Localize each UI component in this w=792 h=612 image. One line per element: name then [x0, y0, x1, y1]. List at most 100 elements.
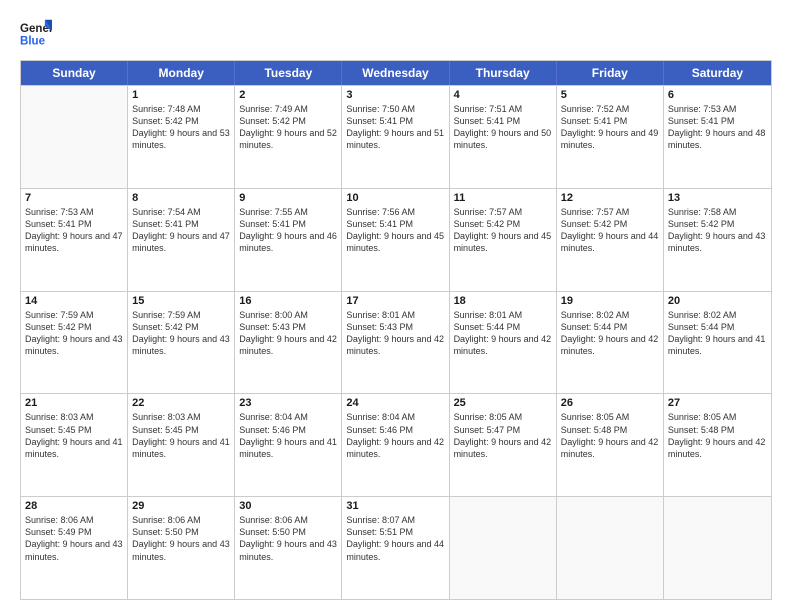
day-number: 16: [239, 295, 337, 307]
cal-cell-day-15: 15Sunrise: 7:59 AM Sunset: 5:42 PM Dayli…: [128, 292, 235, 394]
cell-info: Sunrise: 8:02 AM Sunset: 5:44 PM Dayligh…: [561, 309, 659, 358]
cal-cell-day-28: 28 Sunrise: 8:06 AM Sunset: 5:49 PM Dayli…: [21, 497, 128, 599]
calendar-week-1: 1 Sunrise: 7:48 AM Sunset: 5:42 PM Daylig…: [21, 85, 771, 188]
day-number: 14: [25, 295, 123, 307]
cal-cell-day-29: 29 Sunrise: 8:06 AM Sunset: 5:50 PM Dayli…: [128, 497, 235, 599]
cal-cell-day-3: 3 Sunrise: 7:50 AM Sunset: 5:41 PM Daylig…: [342, 86, 449, 188]
day-number: 6: [668, 89, 767, 101]
cal-cell-day-22: 22Sunrise: 8:03 AM Sunset: 5:45 PM Dayli…: [128, 394, 235, 496]
day-number: 24: [346, 397, 444, 409]
cell-info: Sunrise: 7:53 AM Sunset: 5:41 PM Dayligh…: [25, 206, 123, 255]
day-number: 18: [454, 295, 552, 307]
day-number: 12: [561, 192, 659, 204]
day-number: 30: [239, 500, 337, 512]
day-number: 20: [668, 295, 767, 307]
header-day-friday: Friday: [557, 61, 664, 85]
day-number: 13: [668, 192, 767, 204]
cell-info: Sunrise: 7:48 AM Sunset: 5:42 PM Dayligh…: [132, 103, 230, 152]
day-number: 2: [239, 89, 337, 101]
cell-info: Sunrise: 8:00 AM Sunset: 5:43 PM Dayligh…: [239, 309, 337, 358]
header-day-wednesday: Wednesday: [342, 61, 449, 85]
cal-cell-day-5: 5 Sunrise: 7:52 AM Sunset: 5:41 PM Daylig…: [557, 86, 664, 188]
cell-info: Sunrise: 7:58 AM Sunset: 5:42 PM Dayligh…: [668, 206, 767, 255]
cell-info: Sunrise: 8:05 AM Sunset: 5:47 PM Dayligh…: [454, 411, 552, 460]
cal-cell-day-13: 13 Sunrise: 7:58 AM Sunset: 5:42 PM Dayli…: [664, 189, 771, 291]
day-number: 27: [668, 397, 767, 409]
day-number: 31: [346, 500, 444, 512]
cal-cell-day-30: 30 Sunrise: 8:06 AM Sunset: 5:50 PM Dayli…: [235, 497, 342, 599]
header-day-thursday: Thursday: [450, 61, 557, 85]
cell-info: Sunrise: 7:54 AM Sunset: 5:41 PM Dayligh…: [132, 206, 230, 255]
header-day-monday: Monday: [128, 61, 235, 85]
day-number: 5: [561, 89, 659, 101]
logo-icon: General Blue: [20, 18, 52, 50]
calendar-header: SundayMondayTuesdayWednesdayThursdayFrid…: [21, 61, 771, 85]
day-number: 21: [25, 397, 123, 409]
day-number: 25: [454, 397, 552, 409]
cal-cell-day-8: 8 Sunrise: 7:54 AM Sunset: 5:41 PM Daylig…: [128, 189, 235, 291]
cal-cell-day-12: 12 Sunrise: 7:57 AM Sunset: 5:42 PM Dayli…: [557, 189, 664, 291]
day-number: 29: [132, 500, 230, 512]
cal-cell-empty: [450, 497, 557, 599]
cal-cell-day-1: 1 Sunrise: 7:48 AM Sunset: 5:42 PM Daylig…: [128, 86, 235, 188]
cell-info: Sunrise: 8:02 AM Sunset: 5:44 PM Dayligh…: [668, 309, 767, 358]
cell-info: Sunrise: 7:50 AM Sunset: 5:41 PM Dayligh…: [346, 103, 444, 152]
cell-info: Sunrise: 8:06 AM Sunset: 5:49 PM Dayligh…: [25, 514, 123, 563]
cal-cell-day-20: 20 Sunrise: 8:02 AM Sunset: 5:44 PM Dayli…: [664, 292, 771, 394]
cal-cell-day-9: 9 Sunrise: 7:55 AM Sunset: 5:41 PM Daylig…: [235, 189, 342, 291]
day-number: 3: [346, 89, 444, 101]
header-day-tuesday: Tuesday: [235, 61, 342, 85]
day-number: 17: [346, 295, 444, 307]
cell-info: Sunrise: 8:03 AM Sunset: 5:45 PM Dayligh…: [132, 411, 230, 460]
calendar: SundayMondayTuesdayWednesdayThursdayFrid…: [20, 60, 772, 600]
calendar-body: 1 Sunrise: 7:48 AM Sunset: 5:42 PM Daylig…: [21, 85, 771, 599]
cell-info: Sunrise: 8:01 AM Sunset: 5:44 PM Dayligh…: [454, 309, 552, 358]
day-number: 11: [454, 192, 552, 204]
cal-cell-day-6: 6Sunrise: 7:53 AM Sunset: 5:41 PM Daylig…: [664, 86, 771, 188]
cal-cell-day-23: 23Sunrise: 8:04 AM Sunset: 5:46 PM Dayli…: [235, 394, 342, 496]
cell-info: Sunrise: 7:59 AM Sunset: 5:42 PM Dayligh…: [132, 309, 230, 358]
page: General Blue SundayMondayTuesdayWednesda…: [0, 0, 792, 612]
cell-info: Sunrise: 8:06 AM Sunset: 5:50 PM Dayligh…: [239, 514, 337, 563]
day-number: 19: [561, 295, 659, 307]
cal-cell-day-25: 25 Sunrise: 8:05 AM Sunset: 5:47 PM Dayli…: [450, 394, 557, 496]
cell-info: Sunrise: 8:07 AM Sunset: 5:51 PM Dayligh…: [346, 514, 444, 563]
cell-info: Sunrise: 8:06 AM Sunset: 5:50 PM Dayligh…: [132, 514, 230, 563]
day-number: 4: [454, 89, 552, 101]
cal-cell-day-2: 2 Sunrise: 7:49 AM Sunset: 5:42 PM Daylig…: [235, 86, 342, 188]
day-number: 10: [346, 192, 444, 204]
day-number: 8: [132, 192, 230, 204]
cal-cell-day-11: 11Sunrise: 7:57 AM Sunset: 5:42 PM Dayli…: [450, 189, 557, 291]
day-number: 28: [25, 500, 123, 512]
calendar-week-5: 28 Sunrise: 8:06 AM Sunset: 5:49 PM Dayli…: [21, 496, 771, 599]
day-number: 26: [561, 397, 659, 409]
cell-info: Sunrise: 7:55 AM Sunset: 5:41 PM Dayligh…: [239, 206, 337, 255]
cal-cell-day-31: 31 Sunrise: 8:07 AM Sunset: 5:51 PM Dayli…: [342, 497, 449, 599]
cal-cell-day-10: 10 Sunrise: 7:56 AM Sunset: 5:41 PM Dayli…: [342, 189, 449, 291]
cell-info: Sunrise: 7:56 AM Sunset: 5:41 PM Dayligh…: [346, 206, 444, 255]
cal-cell-day-24: 24Sunrise: 8:04 AM Sunset: 5:46 PM Dayli…: [342, 394, 449, 496]
cal-cell-day-16: 16 Sunrise: 8:00 AM Sunset: 5:43 PM Dayli…: [235, 292, 342, 394]
cal-cell-day-17: 17 Sunrise: 8:01 AM Sunset: 5:43 PM Dayli…: [342, 292, 449, 394]
cell-info: Sunrise: 8:05 AM Sunset: 5:48 PM Dayligh…: [561, 411, 659, 460]
cal-cell-day-21: 21 Sunrise: 8:03 AM Sunset: 5:45 PM Dayli…: [21, 394, 128, 496]
day-number: 1: [132, 89, 230, 101]
cell-info: Sunrise: 7:52 AM Sunset: 5:41 PM Dayligh…: [561, 103, 659, 152]
day-number: 9: [239, 192, 337, 204]
cell-info: Sunrise: 8:04 AM Sunset: 5:46 PM Dayligh…: [239, 411, 337, 460]
cell-info: Sunrise: 7:57 AM Sunset: 5:42 PM Dayligh…: [561, 206, 659, 255]
svg-text:Blue: Blue: [20, 36, 46, 48]
cal-cell-day-4: 4Sunrise: 7:51 AM Sunset: 5:41 PM Daylig…: [450, 86, 557, 188]
calendar-week-3: 14 Sunrise: 7:59 AM Sunset: 5:42 PM Dayli…: [21, 291, 771, 394]
header-day-sunday: Sunday: [21, 61, 128, 85]
calendar-week-4: 21 Sunrise: 8:03 AM Sunset: 5:45 PM Dayli…: [21, 393, 771, 496]
cell-info: Sunrise: 7:49 AM Sunset: 5:42 PM Dayligh…: [239, 103, 337, 152]
cell-info: Sunrise: 8:05 AM Sunset: 5:48 PM Dayligh…: [668, 411, 767, 460]
cell-info: Sunrise: 8:03 AM Sunset: 5:45 PM Dayligh…: [25, 411, 123, 460]
cal-cell-empty: [21, 86, 128, 188]
cell-info: Sunrise: 7:59 AM Sunset: 5:42 PM Dayligh…: [25, 309, 123, 358]
cell-info: Sunrise: 8:01 AM Sunset: 5:43 PM Dayligh…: [346, 309, 444, 358]
cal-cell-day-18: 18 Sunrise: 8:01 AM Sunset: 5:44 PM Dayli…: [450, 292, 557, 394]
header: General Blue: [20, 18, 772, 50]
cal-cell-day-27: 27 Sunrise: 8:05 AM Sunset: 5:48 PM Dayli…: [664, 394, 771, 496]
